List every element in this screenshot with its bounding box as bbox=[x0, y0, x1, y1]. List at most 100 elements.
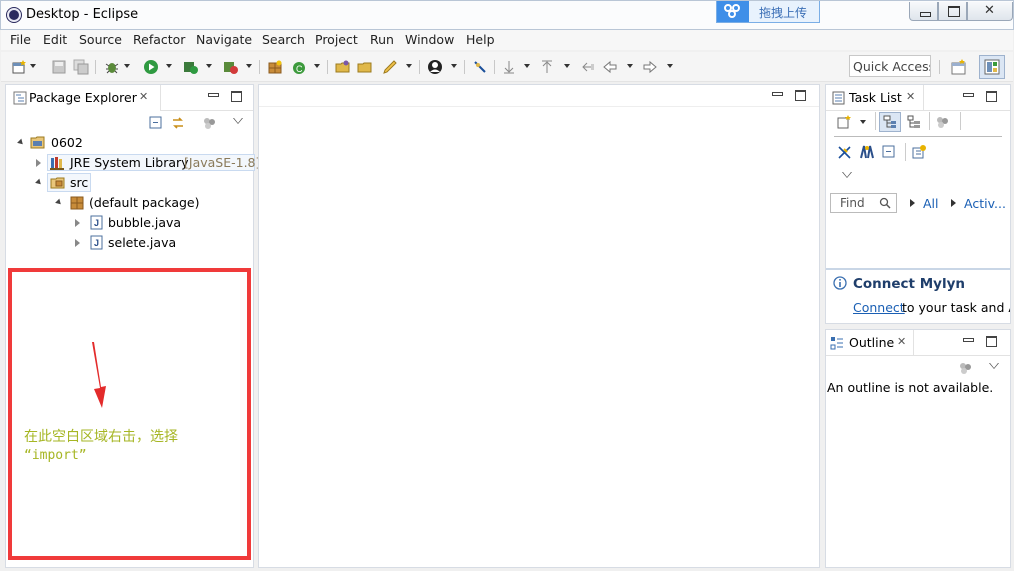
debug-icon[interactable] bbox=[104, 59, 120, 75]
collapsed-twisty-icon[interactable] bbox=[75, 219, 80, 227]
previous-annotation-icon[interactable] bbox=[539, 59, 555, 75]
new-class-icon[interactable]: C bbox=[291, 59, 307, 75]
open-task-icon[interactable] bbox=[357, 59, 373, 75]
tree-item-label: selete.java bbox=[108, 235, 177, 250]
next-annotation-icon[interactable] bbox=[501, 59, 517, 75]
scheduled-view-icon[interactable] bbox=[907, 115, 922, 129]
task-list-tab[interactable]: Task List ✕ bbox=[826, 85, 924, 111]
menu-run[interactable]: Run bbox=[370, 32, 394, 47]
collapse-all-icon[interactable] bbox=[149, 116, 163, 130]
tree-item-selete-java[interactable]: J selete.java bbox=[14, 234, 244, 252]
menu-source[interactable]: Source bbox=[79, 32, 122, 47]
editor-area[interactable] bbox=[258, 84, 820, 568]
java-perspective-button[interactable] bbox=[979, 55, 1005, 79]
tree-item-jre-library[interactable]: JRE System Library [JavaSE-1.8] bbox=[14, 154, 260, 172]
annotation-arrow-icon bbox=[92, 342, 106, 408]
upload-widget[interactable]: 拖拽上传 bbox=[716, 1, 820, 23]
collapsed-twisty-icon[interactable] bbox=[36, 159, 41, 167]
minimize-icon[interactable] bbox=[962, 335, 974, 347]
task-find-field[interactable]: Find bbox=[830, 193, 897, 213]
maximize-icon[interactable] bbox=[985, 90, 997, 102]
open-perspective-icon[interactable] bbox=[951, 59, 967, 75]
menu-window[interactable]: Window bbox=[405, 32, 454, 47]
package-explorer-tab[interactable]: Package Explorer ✕ bbox=[6, 85, 161, 111]
back-dropdown-icon[interactable] bbox=[627, 64, 633, 68]
java-file-icon: J bbox=[90, 215, 103, 230]
new-dropdown-icon[interactable] bbox=[30, 64, 36, 68]
minimize-icon[interactable] bbox=[207, 90, 219, 102]
tree-item-bubble-java[interactable]: J bubble.java bbox=[14, 214, 244, 232]
maximize-window-button[interactable] bbox=[938, 2, 967, 21]
profile-dropdown-icon[interactable] bbox=[451, 64, 457, 68]
open-type-icon[interactable] bbox=[335, 59, 351, 75]
maximize-icon[interactable] bbox=[230, 90, 242, 102]
debug-dropdown-icon[interactable] bbox=[124, 64, 130, 68]
collapsed-twisty-icon[interactable] bbox=[75, 239, 80, 247]
profile-icon[interactable] bbox=[427, 59, 443, 75]
close-window-button[interactable] bbox=[967, 2, 1013, 21]
filter-active-link[interactable]: Activ... bbox=[964, 196, 1006, 211]
quick-access-input[interactable]: Quick Access bbox=[849, 55, 931, 77]
menu-navigate[interactable]: Navigate bbox=[196, 32, 252, 47]
collapse-all-icon[interactable] bbox=[882, 145, 896, 159]
library-books-icon bbox=[50, 157, 64, 170]
connect-link[interactable]: Connect bbox=[853, 300, 905, 315]
categorized-view-button[interactable] bbox=[879, 112, 901, 132]
cloud-icon bbox=[717, 1, 749, 22]
forward-dropdown-icon[interactable] bbox=[667, 64, 673, 68]
coverage-dropdown-icon[interactable] bbox=[206, 64, 212, 68]
previous-annotation-dropdown-icon[interactable] bbox=[564, 64, 570, 68]
menu-refactor[interactable]: Refactor bbox=[133, 32, 185, 47]
tree-item-src[interactable]: src bbox=[14, 173, 244, 192]
menu-file[interactable]: File bbox=[10, 32, 31, 47]
close-tab-icon[interactable]: ✕ bbox=[897, 335, 906, 348]
minimize-icon[interactable] bbox=[962, 90, 974, 102]
new-icon[interactable] bbox=[11, 59, 27, 75]
menu-search[interactable]: Search bbox=[262, 32, 305, 47]
toggle-mark-occurrences-icon[interactable] bbox=[472, 59, 488, 75]
save-icon[interactable] bbox=[51, 59, 67, 75]
outline-tab[interactable]: Outline ✕ bbox=[826, 330, 914, 356]
hide-completed-icon[interactable] bbox=[837, 145, 852, 160]
maximize-icon[interactable] bbox=[985, 335, 997, 347]
view-options-icon[interactable] bbox=[958, 361, 973, 375]
back-icon[interactable] bbox=[602, 59, 618, 75]
tree-item-default-package[interactable]: (default package) bbox=[14, 194, 244, 212]
maximize-icon[interactable] bbox=[794, 89, 806, 101]
external-tools-dropdown-icon[interactable] bbox=[246, 64, 252, 68]
forward-icon[interactable] bbox=[642, 59, 658, 75]
run-icon[interactable] bbox=[143, 59, 159, 75]
tree-item-project[interactable]: 0602 bbox=[14, 134, 244, 152]
next-annotation-dropdown-icon[interactable] bbox=[524, 64, 530, 68]
new-task-icon[interactable] bbox=[837, 115, 852, 129]
last-edit-location-icon[interactable] bbox=[579, 59, 595, 75]
menu-edit[interactable]: Edit bbox=[43, 32, 67, 47]
search-dropdown-icon[interactable] bbox=[406, 64, 412, 68]
expand-twisty-icon[interactable] bbox=[35, 178, 43, 187]
link-with-editor-icon[interactable] bbox=[170, 115, 186, 131]
new-task-dropdown-icon[interactable] bbox=[860, 120, 866, 124]
expand-twisty-icon[interactable] bbox=[55, 198, 63, 207]
menu-help[interactable]: Help bbox=[466, 32, 495, 47]
menu-project[interactable]: Project bbox=[315, 32, 358, 47]
view-options-icon[interactable] bbox=[935, 115, 950, 129]
search-pen-icon[interactable] bbox=[382, 59, 398, 75]
view-options-icon[interactable] bbox=[202, 116, 217, 130]
connect-mylyn-section: Connect Mylyn Connect to your task and A… bbox=[826, 268, 1010, 323]
run-dropdown-icon[interactable] bbox=[166, 64, 172, 68]
coverage-icon[interactable] bbox=[183, 59, 199, 75]
external-tools-icon[interactable] bbox=[223, 59, 239, 75]
tree-item-label: src bbox=[70, 175, 89, 190]
new-package-icon[interactable] bbox=[267, 59, 283, 75]
close-tab-icon[interactable]: ✕ bbox=[139, 90, 148, 103]
search-icon[interactable] bbox=[879, 197, 891, 209]
new-class-dropdown-icon[interactable] bbox=[314, 64, 320, 68]
save-all-icon[interactable] bbox=[73, 59, 89, 75]
minimize-window-button[interactable] bbox=[909, 2, 938, 21]
focus-on-workweek-icon[interactable] bbox=[859, 144, 875, 160]
synchronize-icon[interactable] bbox=[911, 144, 927, 160]
expand-twisty-icon[interactable] bbox=[17, 138, 25, 147]
filter-all-link[interactable]: All bbox=[923, 196, 939, 211]
minimize-icon[interactable] bbox=[771, 89, 783, 101]
close-tab-icon[interactable]: ✕ bbox=[906, 90, 915, 103]
